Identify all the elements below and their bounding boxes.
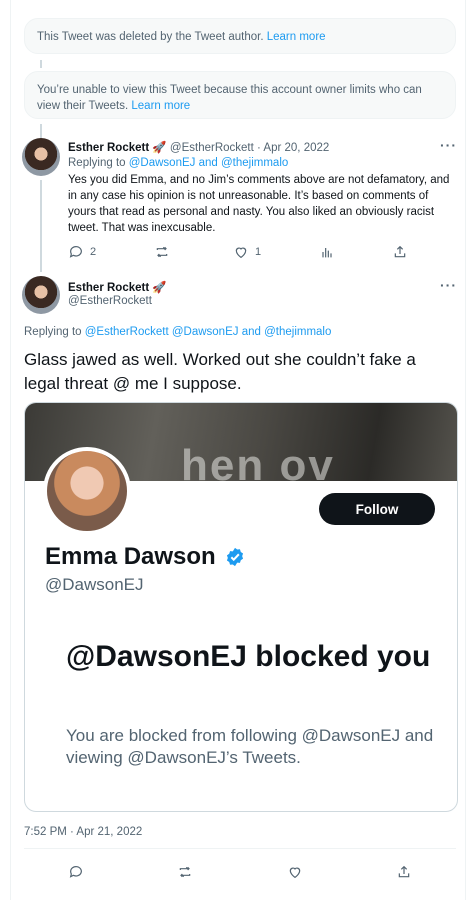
thread-connector (40, 60, 42, 68)
replying-and: and (241, 326, 261, 338)
follow-button[interactable]: Follow (319, 493, 435, 525)
separator: · (257, 142, 261, 154)
limited-tweet-notice: You’re unable to view this Tweet because… (24, 71, 456, 119)
profile-name: Emma Dawson (45, 543, 246, 571)
reply-button[interactable]: 2 (68, 244, 96, 260)
rocket-emoji: 🚀 (152, 282, 167, 294)
replying-prefix: Replying to (68, 157, 126, 169)
deleted-tweet-notice: This Tweet was deleted by the Tweet auth… (24, 18, 456, 54)
blocked-title: @DawsonEJ blocked you (66, 640, 431, 673)
heart-icon (233, 244, 249, 260)
tweet-text: Glass jawed as well. Worked out she coul… (24, 350, 416, 393)
like-count: 1 (255, 246, 262, 258)
reply-icon[interactable] (68, 864, 84, 880)
thread-connector (40, 124, 42, 138)
tweet-actions: 2 1 (68, 244, 408, 260)
tweet-timestamp[interactable]: 7:52 PM · Apr 21, 2022 (24, 826, 142, 838)
learn-more-link[interactable]: Learn more (267, 31, 326, 43)
verified-badge-icon (224, 546, 246, 568)
retweet-button[interactable] (154, 244, 176, 260)
thread-connector (40, 180, 42, 272)
tweet-date[interactable]: Apr 20, 2022 (263, 142, 329, 154)
replying-to: Replying to @EstherRockett @DawsonEJ and… (24, 326, 331, 338)
deleted-notice-text: This Tweet was deleted by the Tweet auth… (37, 31, 264, 43)
author-name[interactable]: Esther Rockett (68, 142, 149, 154)
author-name[interactable]: Esther Rockett (68, 282, 149, 294)
reply-icon (68, 244, 84, 260)
more-options-icon[interactable]: ··· (440, 137, 457, 153)
tweet-text: Yes you did Emma, and no Jim’s comments … (68, 174, 450, 234)
mention-link[interactable]: @DawsonEJ (129, 157, 196, 169)
heart-icon[interactable] (287, 864, 303, 880)
mention-link[interactable]: @EstherRockett (85, 326, 169, 338)
profile-photo (43, 447, 131, 535)
retweet-icon[interactable] (177, 864, 193, 880)
tweet-actions (68, 864, 412, 880)
profile-name-text: Emma Dawson (45, 543, 216, 570)
learn-more-link[interactable]: Learn more (131, 100, 190, 112)
replying-prefix: Replying to (24, 326, 82, 338)
avatar[interactable] (22, 138, 60, 176)
replying-to: Replying to @DawsonEJ and @thejimmalo (68, 157, 288, 169)
more-options-icon[interactable]: ··· (440, 277, 457, 293)
author-handle-row: @EstherRockett (68, 295, 152, 307)
analytics-button[interactable] (319, 244, 335, 260)
retweet-icon (154, 244, 170, 260)
banner-lettering: hen ov (181, 441, 335, 481)
mention-link[interactable]: @thejimmalo (264, 326, 331, 338)
like-button[interactable]: 1 (233, 244, 261, 260)
limited-notice-text: You’re unable to view this Tweet because… (37, 84, 422, 112)
mention-link[interactable]: @DawsonEJ (172, 326, 239, 338)
reply-count: 2 (90, 246, 97, 258)
author-handle[interactable]: @EstherRockett (170, 142, 254, 154)
share-icon[interactable] (396, 864, 412, 880)
replying-and: and (198, 157, 218, 169)
share-button[interactable] (392, 244, 408, 260)
tweet-header: Esther Rockett 🚀 @EstherRockett · Apr 20… (68, 140, 329, 154)
share-icon (392, 244, 408, 260)
profile-handle: @DawsonEJ (45, 575, 144, 594)
attached-image[interactable]: hen ov Follow Emma Dawson @DawsonEJ @Daw… (24, 402, 458, 812)
divider (24, 848, 456, 849)
avatar[interactable] (22, 276, 60, 314)
author-handle[interactable]: @EstherRockett (68, 295, 152, 307)
blocked-subtitle: You are blocked from following @DawsonEJ… (66, 726, 434, 767)
rocket-emoji: 🚀 (152, 142, 167, 154)
analytics-icon (319, 244, 335, 260)
tweet-header: Esther Rockett 🚀 (68, 280, 167, 294)
mention-link[interactable]: @thejimmalo (221, 157, 288, 169)
